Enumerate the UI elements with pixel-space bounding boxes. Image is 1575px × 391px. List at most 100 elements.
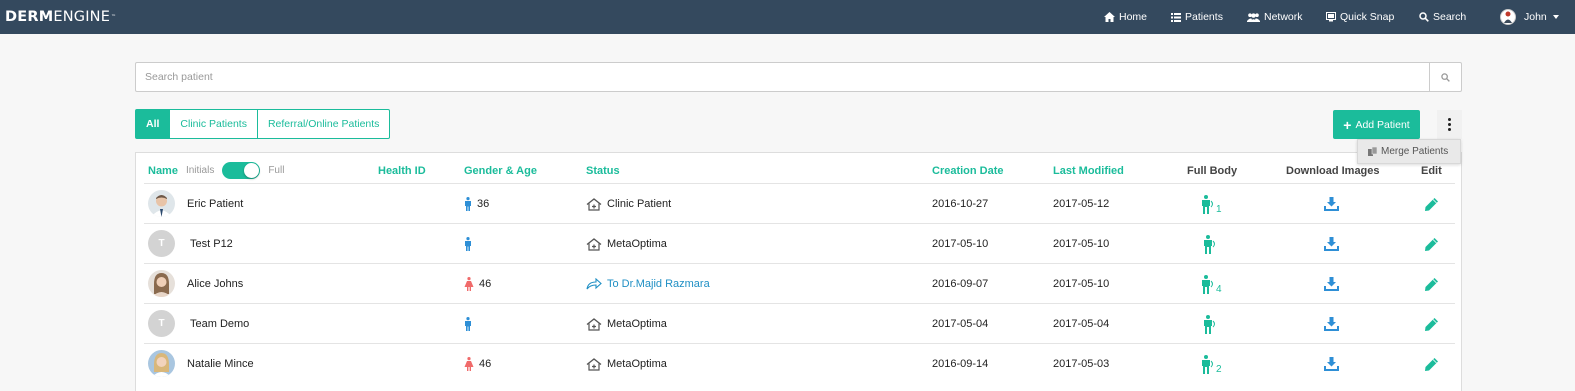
download-icon [1324,197,1339,211]
full-body-count: 2 [1216,363,1222,375]
last-modified: 2017-05-04 [1053,318,1110,330]
nav-home[interactable]: Home [1104,0,1147,34]
patient-photo [148,190,175,217]
full-body-button[interactable]: 4 [1201,264,1222,304]
edit-button[interactable] [1424,304,1439,344]
column-full-body: Full Body [1187,165,1238,177]
table-row[interactable]: T Team Demo MetaOptima 2017-05-04 2017-0… [144,303,1455,343]
female-icon [464,357,474,371]
table-row[interactable]: Natalie Mince 46 MetaOptima 2016-09-14 2… [144,343,1455,383]
patient-name[interactable]: Eric Patient [187,184,243,224]
download-images-button[interactable] [1324,264,1339,304]
search-icon [1441,72,1450,82]
patient-filter-tabs: All Clinic Patients Referral/Online Pati… [135,109,391,139]
pencil-icon [1425,317,1438,331]
dermengine-logo[interactable]: DERMENGINE™ [5,9,116,25]
column-name[interactable]: Name [148,165,178,177]
patient-status: Clinic Patient [586,184,671,224]
gender-age: 46 [464,264,491,304]
gender-age [464,224,477,264]
edit-button[interactable] [1424,264,1439,304]
chevron-down-icon [1552,15,1559,19]
patient-name[interactable]: Team Demo [190,304,249,344]
table-row[interactable]: Alice Johns 46 To Dr.Majid Razmara 2016-… [144,263,1455,303]
nav-network-label: Network [1264,11,1303,23]
merge-patients-menu-item[interactable]: Merge Patients [1357,139,1461,164]
pencil-icon [1425,237,1438,251]
tab-all[interactable]: All [135,109,171,139]
user-menu[interactable]: John [1500,0,1559,34]
patient-status: MetaOptima [586,344,667,384]
table-row[interactable]: Eric Patient 36 Clinic Patient 2016-10-2… [144,183,1455,223]
patients-table: Name Initials Full Health ID Gender & Ag… [135,152,1462,391]
name-display-toggle[interactable] [222,162,261,179]
patient-status: To Dr.Majid Razmara [586,264,710,304]
plus-icon: + [1343,116,1352,133]
camera-icon [1326,12,1336,22]
patient-age: 46 [479,278,492,290]
patient-name[interactable]: Test P12 [190,224,233,264]
column-download-images: Download Images [1286,165,1380,177]
nav-patients-label: Patients [1185,11,1223,23]
creation-date: 2017-05-10 [932,238,989,250]
nav-quick-snap[interactable]: Quick Snap [1326,0,1394,34]
patient-name[interactable]: Alice Johns [187,264,243,304]
full-body-icon [1204,234,1215,254]
download-images-button[interactable] [1324,304,1339,344]
full-body-button[interactable]: 1 [1201,184,1222,224]
column-status[interactable]: Status [586,165,620,177]
last-modified: 2017-05-10 [1053,278,1110,290]
search-button[interactable] [1429,63,1461,91]
table-header: Name Initials Full Health ID Gender & Ag… [136,153,1461,183]
kebab-dot-icon [1448,128,1451,131]
gender-age: 36 [464,184,489,224]
toggle-knob [244,163,260,178]
download-icon [1324,277,1339,291]
more-options-button[interactable] [1437,110,1462,139]
kebab-dot-icon [1448,123,1451,126]
nav-network[interactable]: Network [1247,0,1303,34]
name-column-header: Name Initials Full [148,162,284,179]
column-gender-age[interactable]: Gender & Age [464,165,537,177]
add-patient-button[interactable]: + Add Patient [1333,110,1420,139]
tab-clinic-patients[interactable]: Clinic Patients [170,109,258,139]
download-images-button[interactable] [1324,184,1339,224]
full-body-button[interactable] [1203,304,1218,344]
download-images-button[interactable] [1324,344,1339,384]
patient-name[interactable]: Natalie Mince [187,344,254,384]
column-last-modified[interactable]: Last Modified [1053,165,1124,177]
patient-age: 46 [479,358,492,370]
table-row[interactable]: T Test P12 MetaOptima 2017-05-10 2017-05… [144,223,1455,263]
edit-button[interactable] [1424,184,1439,224]
download-images-button[interactable] [1324,224,1339,264]
top-navbar: DERMENGINE™ Home Patients Network Quick … [0,0,1575,34]
search-input[interactable] [136,63,1429,91]
edit-button[interactable] [1424,224,1439,264]
full-body-button[interactable]: 2 [1201,344,1222,384]
logo-text-bold: DERM [5,9,54,25]
clinic-icon [586,237,602,251]
nav-patients[interactable]: Patients [1171,0,1223,34]
column-creation-date[interactable]: Creation Date [932,165,1004,177]
tab-referral-online-patients[interactable]: Referral/Online Patients [257,109,391,139]
share-arrow-icon [586,278,602,290]
user-avatar-icon [1500,9,1516,25]
full-body-count: 1 [1216,203,1222,215]
edit-button[interactable] [1424,344,1439,384]
home-icon [1104,12,1115,22]
column-health-id[interactable]: Health ID [378,165,426,177]
list-icon [1171,12,1181,22]
last-modified: 2017-05-03 [1053,358,1110,370]
creation-date: 2016-09-07 [932,278,989,290]
nav-quick-snap-label: Quick Snap [1340,11,1395,23]
male-icon [465,237,471,251]
full-body-button[interactable] [1203,224,1218,264]
status-text: MetaOptima [607,318,667,330]
gender-age: 46 [464,344,491,384]
status-referral-link[interactable]: To Dr.Majid Razmara [607,278,710,290]
patient-search-bar [135,62,1462,92]
patient-status: MetaOptima [586,304,667,344]
female-icon [464,277,474,291]
nav-search[interactable]: Search [1419,0,1466,34]
patient-status: MetaOptima [586,224,667,264]
